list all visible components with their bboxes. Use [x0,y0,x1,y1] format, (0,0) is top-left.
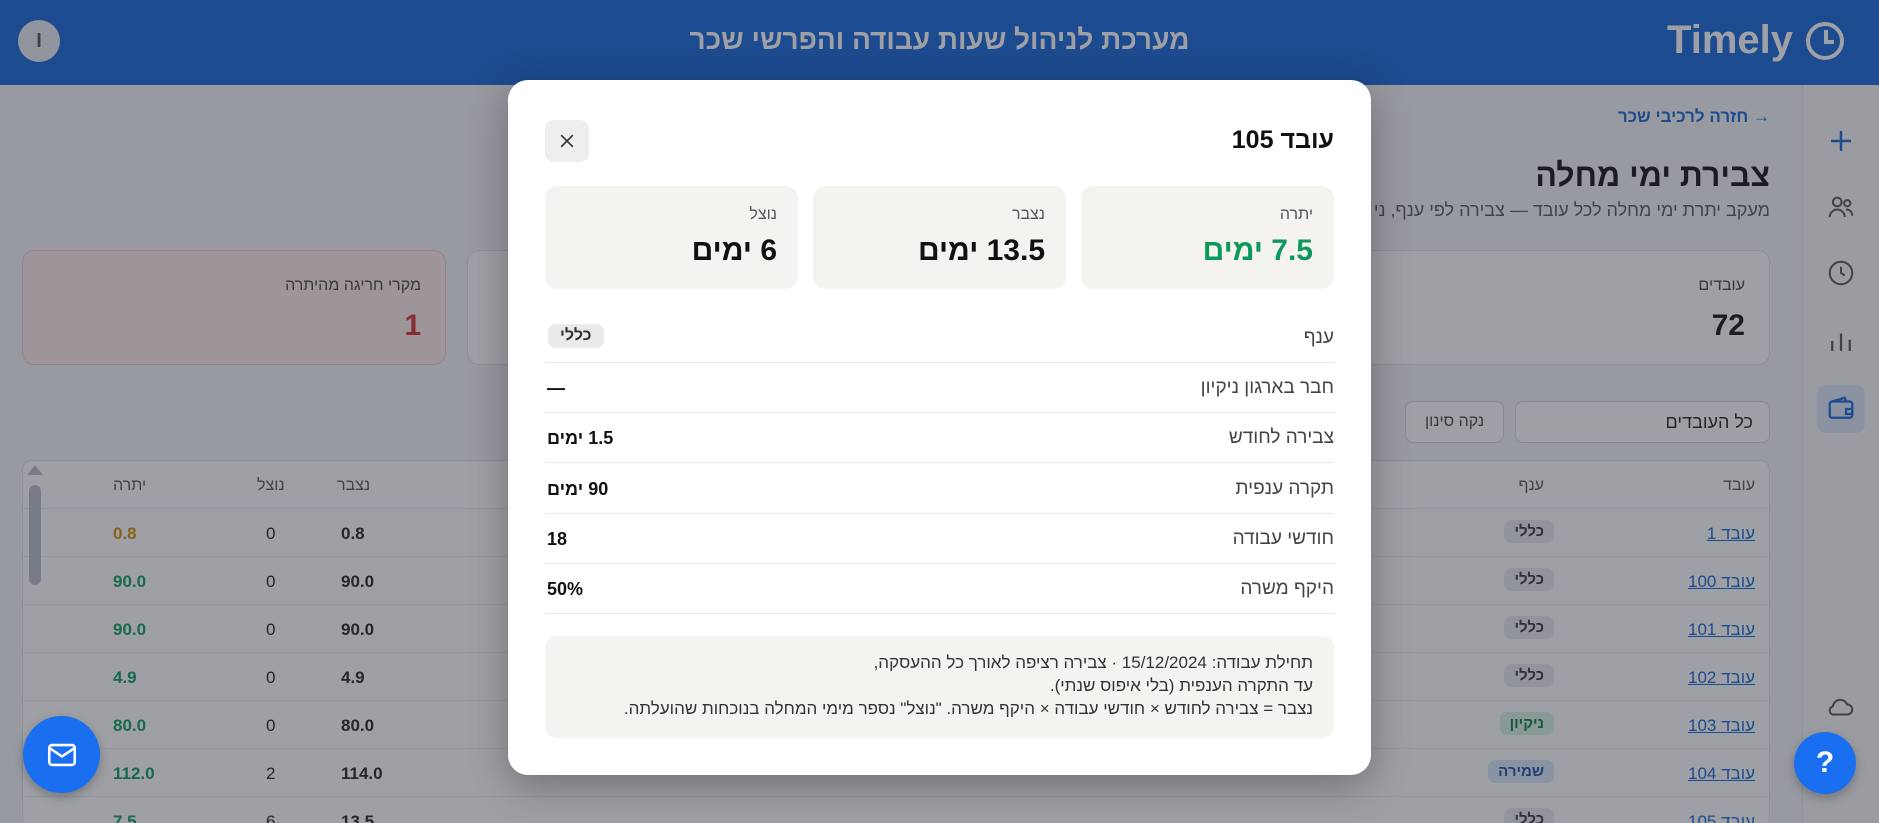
help-button[interactable]: ? [1794,732,1856,794]
detail-value: — [547,378,565,398]
card-label: נצבר [1011,206,1045,223]
accrued-card: נצבר 13.5 ימים [813,186,1066,289]
card-value: 13.5 ימים [917,234,1045,267]
detail-row-union: חבר בארגון ניקיון — [545,363,1334,413]
card-value: 7.5 ימים [1202,234,1313,267]
close-icon [560,134,574,148]
detail-key: היקף משרה [1240,578,1334,599]
card-value: 6 ימים [691,234,777,267]
card-label: נוצל [749,206,777,223]
detail-key: צבירה לחודש [1228,427,1334,448]
mail-icon [47,743,76,766]
close-button[interactable] [545,120,589,162]
detail-key: תקרה ענפית [1235,478,1334,499]
detail-value: 18 [547,529,568,549]
mail-button[interactable] [23,716,100,793]
detail-value: 1.5 ימים [547,428,614,448]
branch-badge: כללי [548,324,604,348]
detail-row-scope: היקף משרה 50% [545,564,1334,614]
note-line: נצבר = צבירה לחודש × חודשי עבודה × היקף … [623,699,1313,718]
detail-row-monthly-accrual: צבירה לחודש 1.5 ימים [545,413,1334,463]
detail-row-months: חודשי עבודה 18 [545,514,1334,564]
detail-value: 50% [547,579,584,599]
detail-value: 90 ימים [547,479,609,499]
calculation-note: תחילת עבודה: 15/12/2024 · צבירה רציפה לא… [545,636,1334,738]
remaining-card: יתרה 7.5 ימים [1081,186,1334,289]
detail-key: ענף [1303,327,1334,348]
note-line: עד התקרה הענפית (בלי איפוס שנתי). [1049,676,1313,695]
note-line: תחילת עבודה: 15/12/2024 · צבירה רציפה לא… [873,653,1313,672]
detail-key: חבר בארגון ניקיון [1200,377,1334,398]
detail-row-cap: תקרה ענפית 90 ימים [545,464,1334,514]
detail-row-branch: ענף כללי [545,313,1334,363]
used-card: נוצל 6 ימים [545,186,798,289]
employee-detail-modal: עובד 105 יתרה 7.5 ימים נצבר 13.5 ימים נו… [508,80,1371,775]
modal-title: עובד 105 [1231,126,1334,154]
card-label: יתרה [1279,206,1313,223]
detail-key: חודשי עבודה [1232,528,1334,549]
